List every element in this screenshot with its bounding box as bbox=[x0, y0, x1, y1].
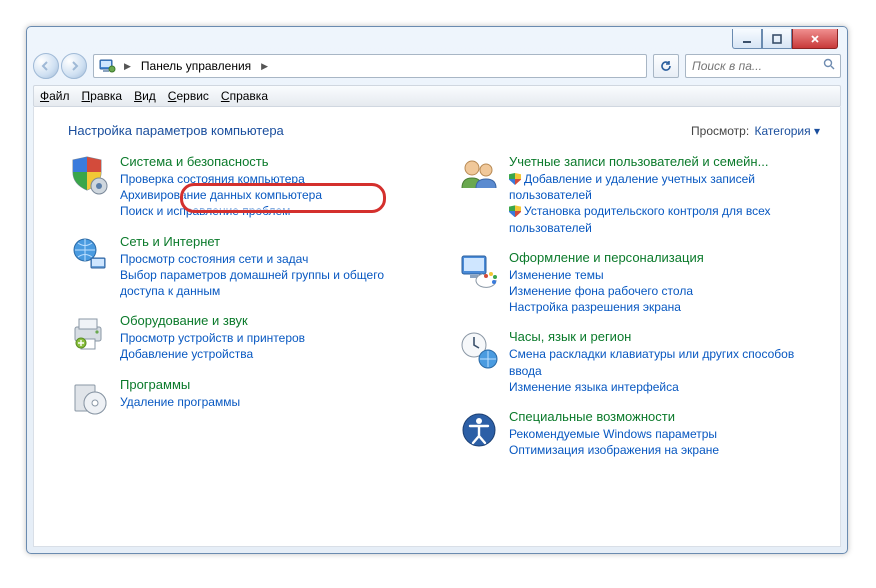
disc-box-icon bbox=[68, 377, 112, 421]
sub-link[interactable]: Просмотр состояния сети и задач bbox=[120, 251, 431, 267]
minimize-button[interactable] bbox=[732, 29, 762, 49]
category-link[interactable]: Учетные записи пользователей и семейн... bbox=[509, 154, 768, 169]
sub-link[interactable]: Удаление программы bbox=[120, 394, 431, 410]
sub-link[interactable]: Добавление и удаление учетных записей по… bbox=[509, 171, 820, 203]
category-hardware: Оборудование и звук Просмотр устройств и… bbox=[68, 313, 431, 362]
page-title: Настройка параметров компьютера bbox=[68, 123, 691, 138]
sub-link[interactable]: Добавление устройства bbox=[120, 346, 431, 362]
category-columns: Система и безопасность Проверка состояни… bbox=[68, 154, 820, 472]
category-link[interactable]: Сеть и Интернет bbox=[120, 234, 220, 249]
sub-link[interactable]: Настройка разрешения экрана bbox=[509, 299, 820, 315]
sub-link[interactable]: Рекомендуемые Windows параметры bbox=[509, 426, 820, 442]
sub-link[interactable]: Изменение языка интерфейса bbox=[509, 379, 820, 395]
right-column: Учетные записи пользователей и семейн...… bbox=[457, 154, 820, 472]
sub-link[interactable]: Архивирование данных компьютера bbox=[120, 187, 431, 203]
menu-view[interactable]: Вид bbox=[134, 89, 156, 103]
view-by-label: Просмотр: bbox=[691, 124, 749, 138]
category-appearance: Оформление и персонализация Изменение те… bbox=[457, 250, 820, 316]
printer-icon bbox=[68, 313, 112, 357]
category-link[interactable]: Часы, язык и регион bbox=[509, 329, 631, 344]
chevron-right-icon[interactable]: ▶ bbox=[257, 61, 272, 72]
address-bar[interactable]: ▶ Панель управления ▶ bbox=[93, 54, 647, 78]
sub-link[interactable]: Просмотр устройств и принтеров bbox=[120, 330, 431, 346]
sub-link[interactable]: Проверка состояния компьютера bbox=[120, 171, 431, 187]
category-link[interactable]: Программы bbox=[120, 377, 190, 392]
nav-buttons bbox=[33, 53, 87, 79]
content-area: Настройка параметров компьютера Просмотр… bbox=[33, 107, 841, 547]
window-controls bbox=[732, 29, 838, 49]
menu-help[interactable]: Справка bbox=[221, 89, 268, 103]
left-column: Система и безопасность Проверка состояни… bbox=[68, 154, 431, 472]
menu-file[interactable]: Файл bbox=[40, 89, 70, 103]
maximize-button[interactable] bbox=[762, 29, 792, 49]
category-programs: Программы Удаление программы bbox=[68, 377, 431, 421]
user-accounts-icon bbox=[457, 154, 501, 198]
view-by-dropdown[interactable]: Категория ▾ bbox=[755, 124, 820, 138]
forward-button[interactable] bbox=[61, 53, 87, 79]
menu-tools[interactable]: Сервис bbox=[168, 89, 209, 103]
clock-globe-icon bbox=[457, 329, 501, 373]
category-user-accounts: Учетные записи пользователей и семейн...… bbox=[457, 154, 820, 236]
content-header: Настройка параметров компьютера Просмотр… bbox=[68, 123, 820, 138]
address-row: ▶ Панель управления ▶ bbox=[33, 51, 841, 81]
sub-link[interactable]: Изменение фона рабочего стола bbox=[509, 283, 820, 299]
shield-icon bbox=[68, 154, 112, 198]
sub-link[interactable]: Изменение темы bbox=[509, 267, 820, 283]
menu-edit[interactable]: Правка bbox=[82, 89, 123, 103]
ease-of-access-icon bbox=[457, 409, 501, 453]
appearance-icon bbox=[457, 250, 501, 294]
window-frame: ▶ Панель управления ▶ Файл Правка Вид Се… bbox=[26, 26, 848, 554]
sub-link[interactable]: Выбор параметров домашней группы и общег… bbox=[120, 267, 431, 299]
view-by: Просмотр: Категория ▾ bbox=[691, 124, 820, 138]
breadcrumb[interactable]: Панель управления bbox=[139, 59, 253, 73]
sub-link[interactable]: Поиск и исправление проблем bbox=[120, 203, 431, 219]
category-clock-region: Часы, язык и регион Смена раскладки клав… bbox=[457, 329, 820, 395]
menu-bar: Файл Правка Вид Сервис Справка bbox=[33, 85, 841, 107]
category-link[interactable]: Система и безопасность bbox=[120, 154, 269, 169]
category-network: Сеть и Интернет Просмотр состояния сети … bbox=[68, 234, 431, 300]
globe-network-icon bbox=[68, 234, 112, 278]
control-panel-icon bbox=[98, 58, 116, 74]
category-ease-of-access: Специальные возможности Рекомендуемые Wi… bbox=[457, 409, 820, 458]
category-link[interactable]: Оформление и персонализация bbox=[509, 250, 704, 265]
close-button[interactable] bbox=[792, 29, 838, 49]
search-icon bbox=[823, 58, 836, 74]
search-input[interactable] bbox=[690, 58, 819, 74]
sub-link[interactable]: Смена раскладки клавиатуры или других сп… bbox=[509, 346, 820, 378]
category-link[interactable]: Оборудование и звук bbox=[120, 313, 248, 328]
sub-link[interactable]: Установка родительского контроля для все… bbox=[509, 203, 820, 235]
category-system-security: Система и безопасность Проверка состояни… bbox=[68, 154, 431, 220]
sub-link[interactable]: Оптимизация изображения на экране bbox=[509, 442, 820, 458]
search-box[interactable] bbox=[685, 54, 841, 78]
back-button[interactable] bbox=[33, 53, 59, 79]
refresh-button[interactable] bbox=[653, 54, 679, 78]
category-link[interactable]: Специальные возможности bbox=[509, 409, 675, 424]
chevron-right-icon: ▶ bbox=[120, 61, 135, 72]
